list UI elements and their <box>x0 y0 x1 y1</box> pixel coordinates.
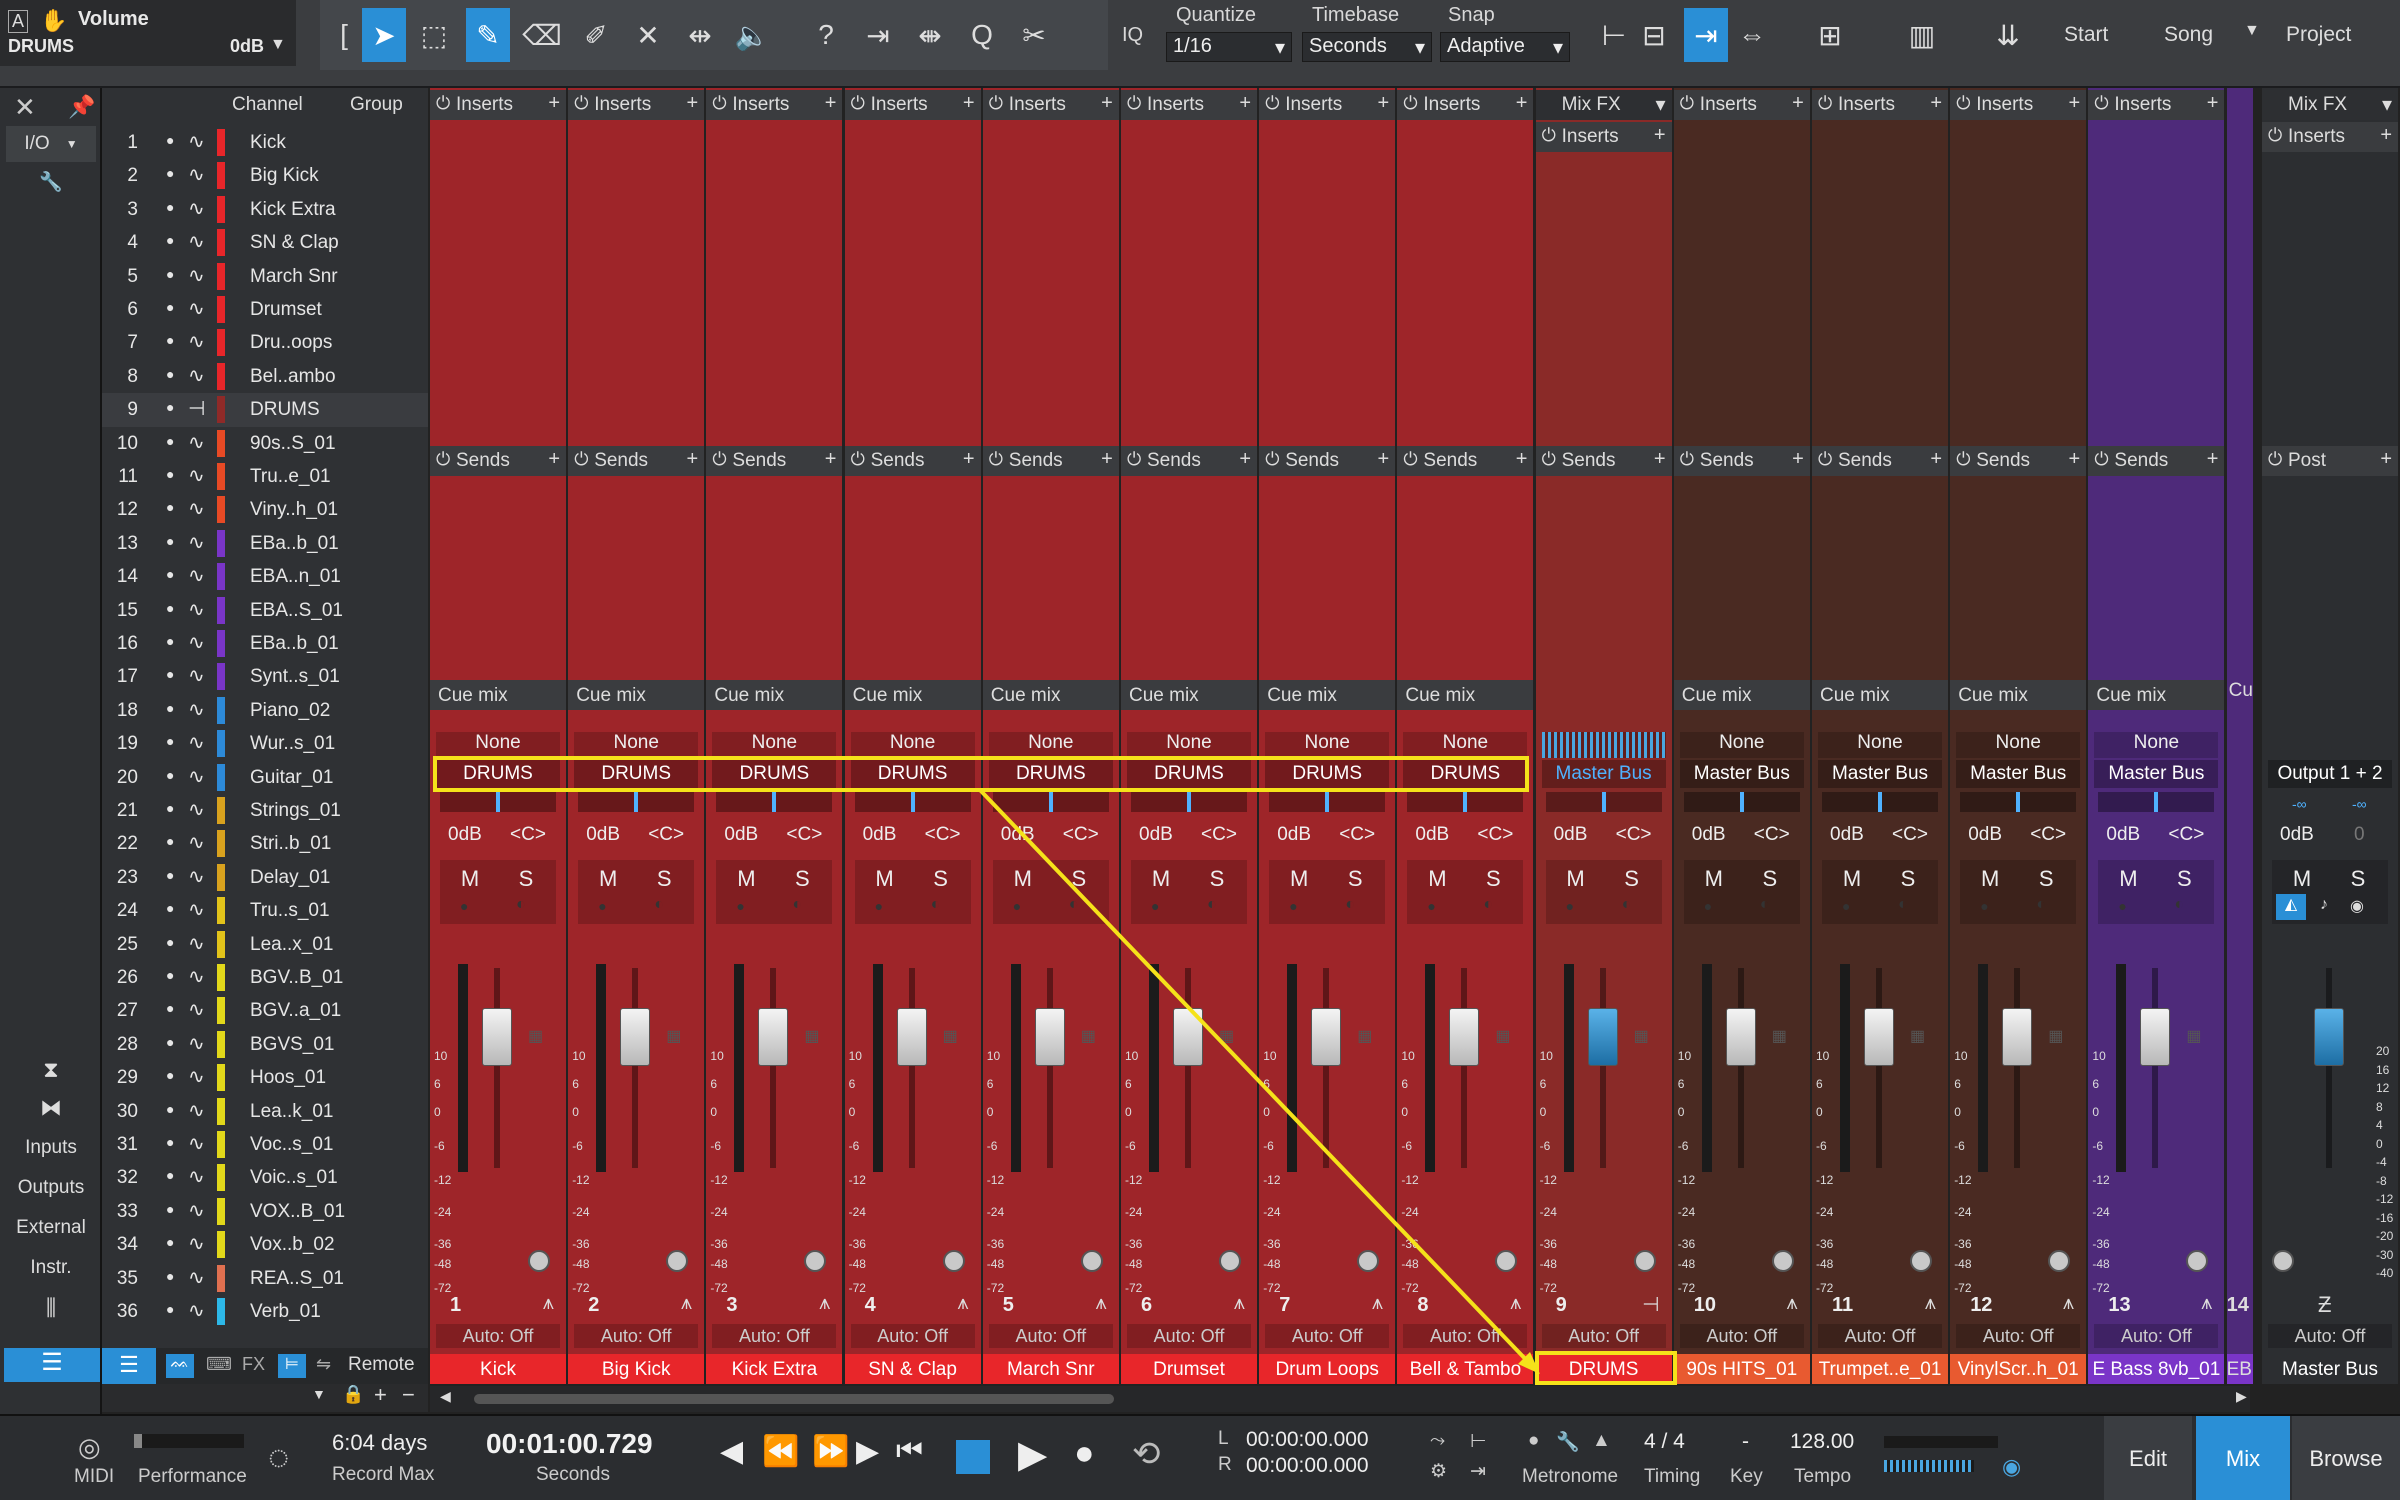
routing-arrow-line <box>978 788 1536 1370</box>
drums-output-highlight <box>433 756 1529 792</box>
routing-annotation <box>433 756 1677 1385</box>
drums-bus-highlight <box>1535 1351 1677 1385</box>
